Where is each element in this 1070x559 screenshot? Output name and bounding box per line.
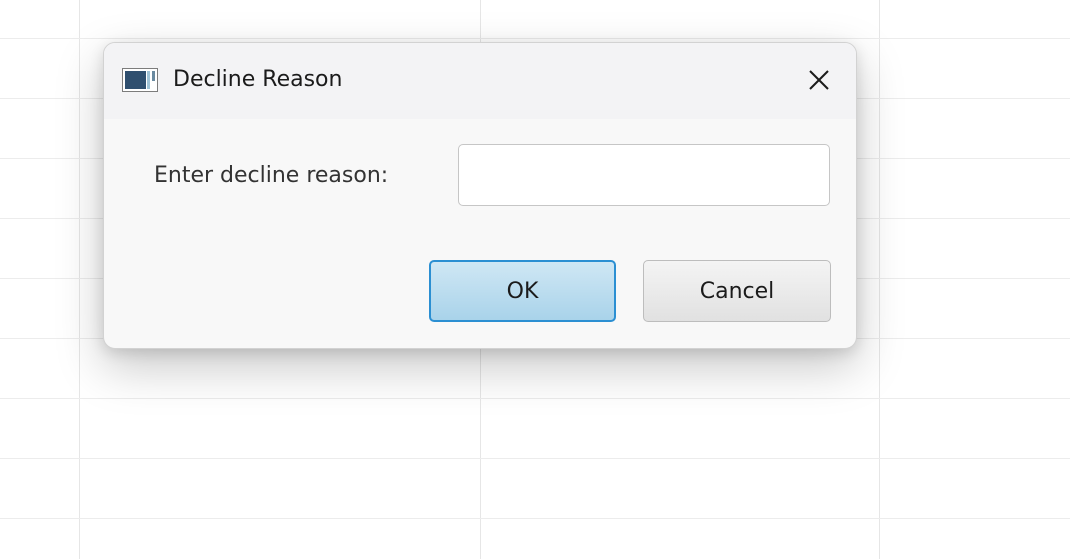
cancel-button[interactable]: Cancel [643,260,831,322]
close-icon[interactable] [806,67,832,93]
dialog-titlebar[interactable]: Decline Reason [104,43,856,119]
decline-reason-label: Enter decline reason: [154,163,389,188]
ok-button-label: OK [506,278,539,304]
cancel-button-label: Cancel [699,278,775,304]
grid-column-divider [879,0,880,559]
grid-row-divider [0,458,1070,459]
app-window-icon [122,68,158,92]
decline-reason-input[interactable] [458,144,830,206]
grid-row-divider [0,518,1070,519]
dialog-title: Decline Reason [173,67,343,92]
grid-column-divider [79,0,80,559]
dialog-body: Enter decline reason: OK Cancel [104,119,856,348]
grid-row-divider [0,398,1070,399]
decline-reason-dialog: Decline Reason Enter decline reason: OK … [103,42,857,349]
grid-row-divider [0,38,1070,39]
ok-button[interactable]: OK [429,260,616,322]
